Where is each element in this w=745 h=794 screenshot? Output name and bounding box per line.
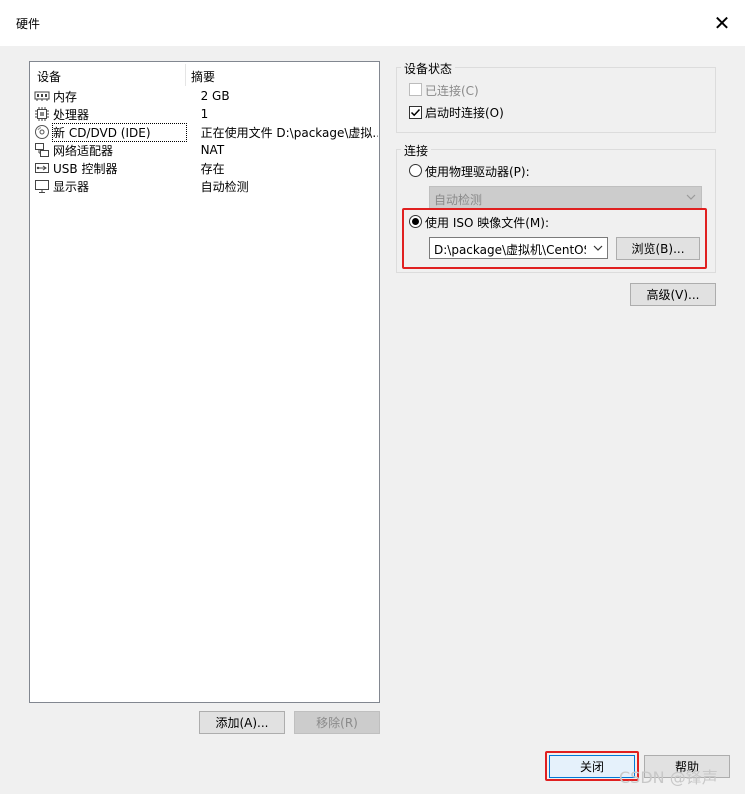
column-separator <box>185 64 186 86</box>
column-header-device[interactable]: 设备 <box>37 68 61 85</box>
chevron-down-icon <box>685 190 697 207</box>
device-name: 新 CD/DVD (IDE) <box>52 122 187 142</box>
device-row-cd-dvd[interactable]: 新 CD/DVD (IDE) 正在使用文件 D:\package\虚拟... <box>34 122 378 142</box>
device-row-network-adapter[interactable]: 网络适配器 NAT <box>34 141 378 159</box>
device-name: 网络适配器 <box>53 143 114 158</box>
device-row-memory[interactable]: 内存 2 GB <box>34 87 378 105</box>
physical-drive-radio[interactable] <box>409 164 422 177</box>
connect-at-power-on-label: 启动时连接(O) <box>425 106 504 120</box>
iso-path-value: D:\package\虚拟机\CentOS- <box>434 243 586 257</box>
connected-checkbox[interactable] <box>409 83 422 96</box>
network-adapter-icon <box>34 142 50 158</box>
device-summary: NAT <box>200 143 225 157</box>
usb-icon <box>34 160 50 176</box>
browse-button[interactable]: 浏览(B)... <box>616 237 700 260</box>
advanced-button[interactable]: 高级(V)... <box>630 283 716 306</box>
column-header-summary[interactable]: 摘要 <box>191 68 215 85</box>
checkmark-icon <box>410 108 421 117</box>
connection-title: 连接 <box>401 142 432 159</box>
connect-at-power-on-checkbox[interactable] <box>409 106 422 119</box>
physical-drive-label: 使用物理驱动器(P): <box>425 165 530 179</box>
device-summary: 1 <box>200 107 209 121</box>
device-summary: 自动检测 <box>200 179 249 194</box>
window-title: 硬件 <box>16 17 41 31</box>
title-bar <box>0 0 745 46</box>
iso-file-radio[interactable] <box>409 215 422 228</box>
cd-dvd-icon <box>34 124 50 140</box>
device-row-usb-controller[interactable]: USB 控制器 存在 <box>34 159 378 177</box>
device-name: USB 控制器 <box>53 161 118 176</box>
remove-button[interactable]: 移除(R) <box>294 711 380 734</box>
device-list[interactable]: 设备 摘要 内存 2 GB 处理器 1 新 CD/DVD (IDE) 正在使用文… <box>29 61 380 703</box>
device-summary: 2 GB <box>200 89 230 103</box>
radio-selected-dot <box>412 218 419 225</box>
cpu-icon <box>34 106 50 122</box>
device-name: 处理器 <box>53 107 90 122</box>
device-summary: 正在使用文件 D:\package\虚拟... <box>200 125 378 140</box>
device-name: 显示器 <box>53 179 90 194</box>
device-row-display[interactable]: 显示器 自动检测 <box>34 177 378 195</box>
memory-icon <box>34 88 50 104</box>
close-icon[interactable]: ✕ <box>708 9 736 37</box>
connected-label: 已连接(C) <box>425 84 479 98</box>
device-row-processor[interactable]: 处理器 1 <box>34 105 378 123</box>
add-button[interactable]: 添加(A)... <box>199 711 285 734</box>
iso-path-combo[interactable]: D:\package\虚拟机\CentOS- <box>429 237 608 259</box>
physical-drive-select[interactable]: 自动检测 <box>429 186 702 209</box>
physical-drive-value: 自动检测 <box>434 193 483 207</box>
device-summary: 存在 <box>200 161 225 176</box>
chevron-down-icon <box>592 241 604 258</box>
watermark: CSDN @锋声 <box>619 768 718 787</box>
monitor-icon <box>34 178 50 194</box>
iso-file-label: 使用 ISO 映像文件(M): <box>425 216 549 230</box>
device-name: 内存 <box>53 89 78 104</box>
device-status-title: 设备状态 <box>401 60 456 77</box>
